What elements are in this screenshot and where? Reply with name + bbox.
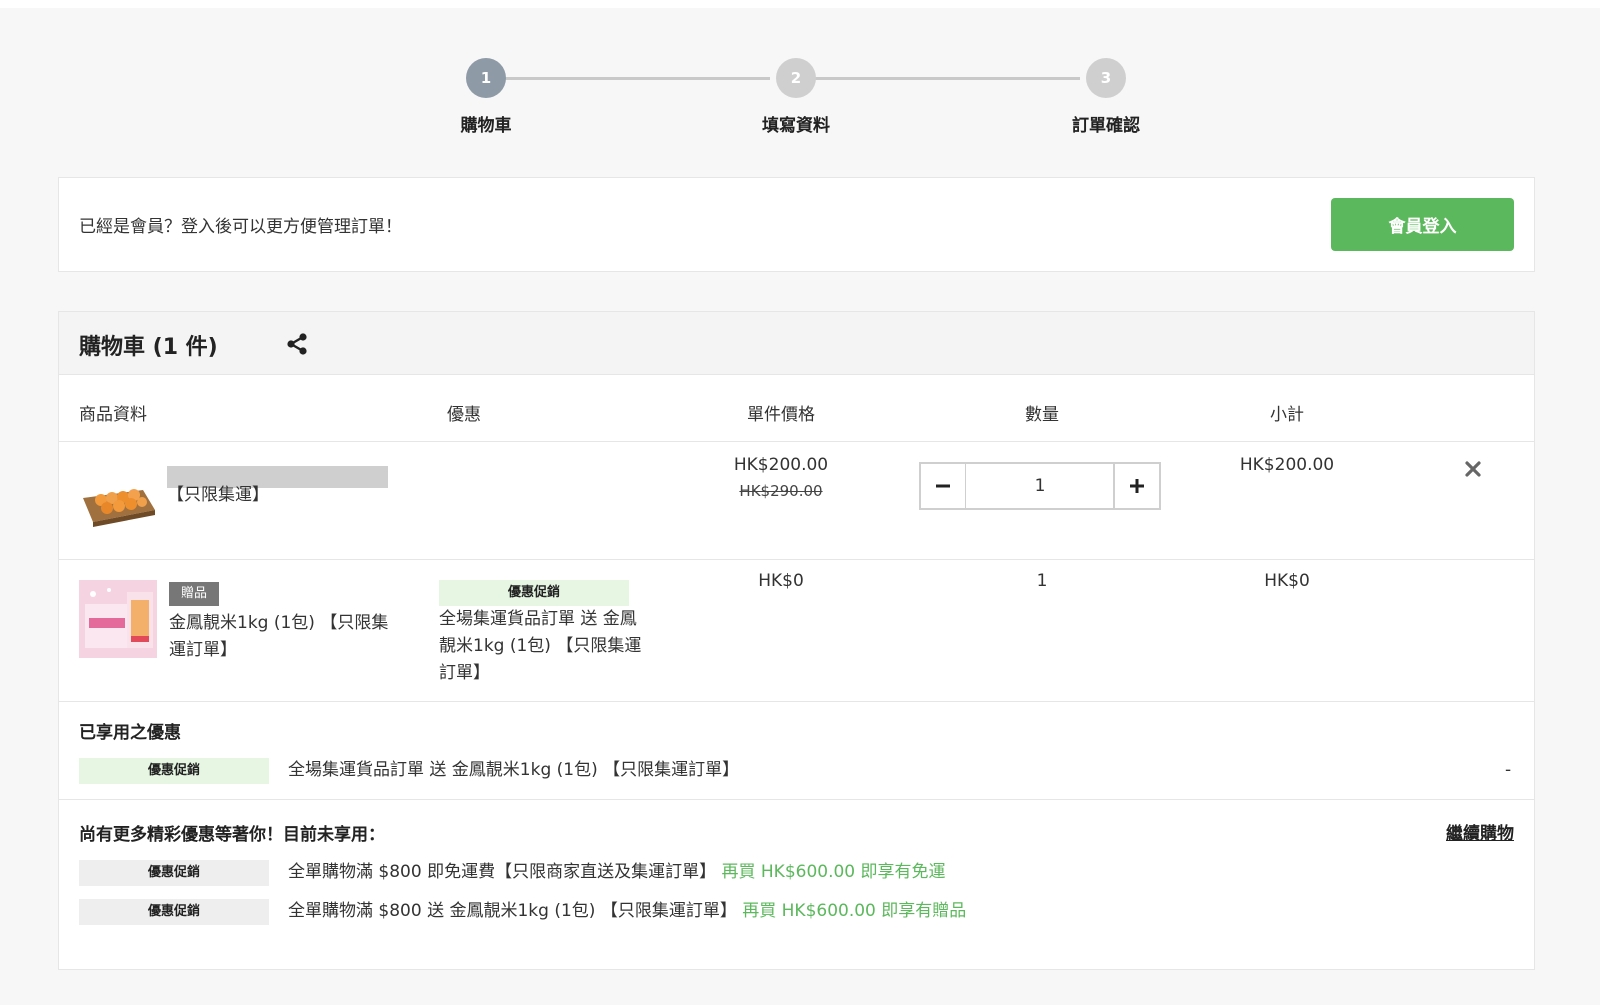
- promo-tag: 優惠促銷: [79, 899, 269, 925]
- gift-thumbnail[interactable]: [79, 580, 157, 658]
- share-icon[interactable]: [285, 332, 309, 356]
- column-header-product: 商品資料: [79, 405, 147, 425]
- step-label: 填寫資料: [762, 116, 830, 136]
- row-divider: [59, 441, 1534, 442]
- column-header-promo: 優惠: [447, 405, 481, 425]
- applied-offers-title: 已享用之優惠: [79, 723, 181, 743]
- quantity-input[interactable]: [966, 462, 1114, 510]
- applied-offer-text: 全場集運貨品訂單 送 金鳳靚米1kg (1包) 【只限集運訂單】: [288, 760, 740, 780]
- row-divider: [59, 799, 1534, 800]
- step-number: 1: [466, 58, 506, 98]
- item-subtotal: HK$0: [1264, 571, 1310, 591]
- gift-badge: 贈品: [169, 582, 220, 606]
- promo-description: 全場集運貨品訂單 送 金鳳靚米1kg (1包) 【只限集運訂單】: [439, 609, 642, 683]
- login-prompt: 已經是會員？登入後可以更方便管理訂單！: [79, 217, 402, 237]
- plus-icon: [1130, 479, 1144, 493]
- item-subtotal: HK$200.00: [1239, 455, 1335, 475]
- column-header-quantity: 數量: [1025, 405, 1059, 425]
- offer-text: 全單購物滿 $800 送 金鳳靚米1kg (1包) 【只限集運訂單】: [288, 901, 737, 921]
- cart-header: 購物車 (1 件): [59, 312, 1534, 375]
- checkout-steps: 1 購物車 2 填寫資料 3 訂單確認: [0, 58, 1600, 148]
- top-bar: [0, 0, 1600, 8]
- step-cart: 1 購物車: [406, 58, 566, 136]
- member-login-button[interactable]: 會員登入: [1331, 198, 1514, 251]
- minus-icon: [936, 484, 950, 488]
- offer-item: 全單購物滿 $800 即免運費【只限商家直送及集運訂單】 再買 HK$600.0…: [288, 859, 946, 886]
- unit-price: HK$200.00: [733, 455, 829, 475]
- step-number: 2: [776, 58, 816, 98]
- offer-hint: 再買 HK$600.00 即享有免運: [721, 862, 946, 882]
- applied-offer-value: -: [1505, 760, 1512, 780]
- step-label: 訂單確認: [1072, 116, 1140, 136]
- step-number: 3: [1086, 58, 1126, 98]
- column-header-subtotal: 小計: [1270, 405, 1304, 425]
- member-login-panel: 已經是會員？登入後可以更方便管理訂單！ 會員登入: [58, 177, 1535, 272]
- cart-panel: 購物車 (1 件) 商品資料 優惠 單件價格 數量 小計 【只限集運】 HK$2…: [58, 311, 1535, 970]
- column-header-unit-price: 單件價格: [747, 405, 815, 425]
- original-price: HK$290.00: [739, 482, 823, 500]
- promo-tag: 優惠促銷: [439, 580, 629, 606]
- row-divider: [59, 559, 1534, 560]
- offer-item: 全單購物滿 $800 送 金鳳靚米1kg (1包) 【只限集運訂單】 再買 HK…: [288, 898, 966, 925]
- gift-item-name: 金鳳靚米1kg (1包) 【只限集運訂單】: [169, 613, 389, 660]
- decrease-quantity-button[interactable]: [919, 462, 967, 510]
- increase-quantity-button[interactable]: [1113, 462, 1161, 510]
- continue-shopping-link[interactable]: 繼續購物: [1446, 819, 1514, 844]
- unit-price: HK$0: [758, 571, 804, 591]
- promo-tag: 優惠促銷: [79, 758, 269, 784]
- step-confirm: 3 訂單確認: [1026, 58, 1186, 136]
- close-icon[interactable]: [1463, 459, 1483, 479]
- gift-quantity: 1: [1036, 571, 1048, 591]
- offer-text: 全單購物滿 $800 即免運費【只限商家直送及集運訂單】: [288, 862, 717, 882]
- row-divider: [59, 701, 1534, 702]
- step-label: 購物車: [460, 116, 512, 136]
- quantity-stepper: [919, 462, 1165, 510]
- offer-hint: 再買 HK$600.00 即享有贈品: [742, 901, 967, 921]
- more-offers-title: 尚有更多精彩優惠等著你！目前未享用：: [79, 825, 385, 845]
- cart-title: 購物車 (1 件): [79, 335, 218, 360]
- step-fill-info: 2 填寫資料: [716, 58, 876, 136]
- product-thumbnail[interactable]: [79, 460, 157, 538]
- promo-tag: 優惠促銷: [79, 860, 269, 886]
- product-name-suffix: 【只限集運】: [167, 485, 269, 505]
